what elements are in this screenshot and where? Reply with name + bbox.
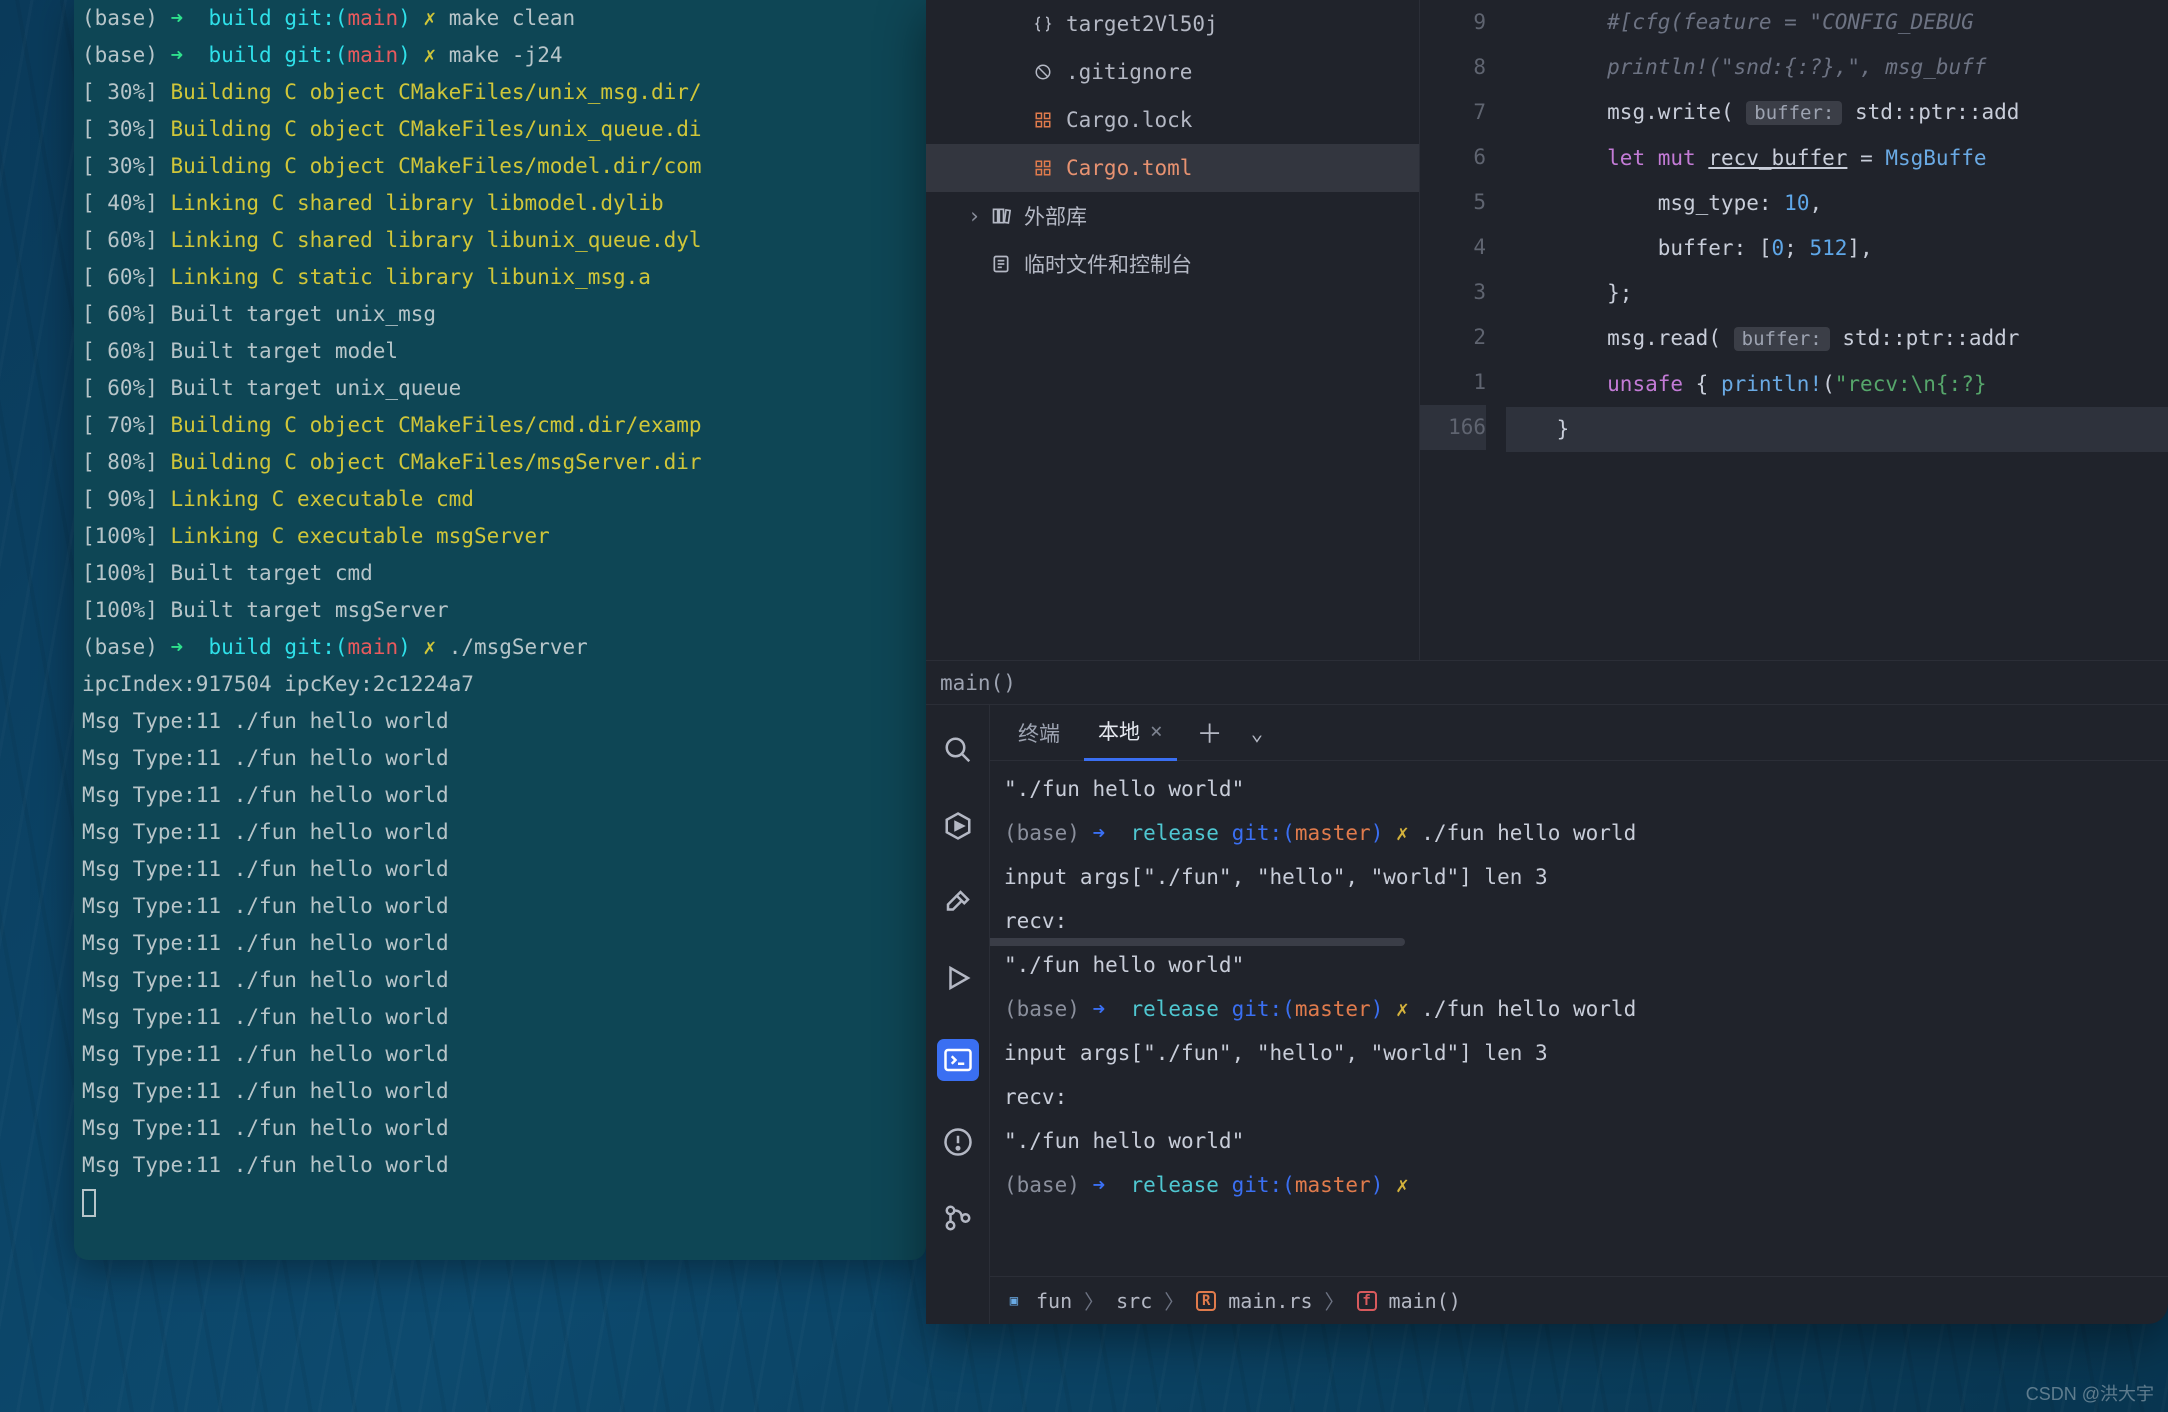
project-tree[interactable]: target2Vl50j .gitignore Cargo.lock Cargo.to… xyxy=(926,0,1420,660)
books-icon xyxy=(990,205,1012,227)
tree-item[interactable]: target2Vl50j xyxy=(926,0,1419,48)
ide-terminal-panel: 终端 本地 × ＋ ⌄ "./fun hello world"(base) ➜ r… xyxy=(926,704,2168,1324)
tree-label: Cargo.toml xyxy=(1066,156,1192,180)
code-area[interactable]: #[cfg(feature = "CONFIG_DEBUG println!("… xyxy=(1506,0,2168,660)
chevron-down-icon[interactable]: ⌄ xyxy=(1243,721,1272,745)
tree-lib[interactable]: 临时文件和控制台 xyxy=(926,240,1419,288)
grid-icon xyxy=(1032,109,1054,131)
tree-label: 外部库 xyxy=(1024,201,1087,231)
hammer-icon[interactable] xyxy=(943,887,973,917)
play-icon[interactable] xyxy=(943,963,973,993)
crumb-fn[interactable]: main() xyxy=(1389,1289,1461,1313)
add-tab-button[interactable]: ＋ xyxy=(1187,714,1233,751)
braces-icon xyxy=(1032,13,1054,35)
module-icon: ▣ xyxy=(1004,1291,1024,1311)
git-icon[interactable] xyxy=(943,1203,973,1233)
tree-item[interactable]: .gitignore xyxy=(926,48,1419,96)
tab-label: 本地 xyxy=(1098,716,1140,746)
tree-label: .gitignore xyxy=(1066,60,1192,84)
ide-window: target2Vl50j .gitignore Cargo.lock Cargo.to… xyxy=(926,0,2168,1324)
chevron-right-icon: › xyxy=(960,204,978,228)
rust-icon: R xyxy=(1196,1291,1216,1311)
tab-terminal[interactable]: 终端 xyxy=(1004,705,1074,761)
editor-status: main() xyxy=(926,660,2168,704)
crumb-file[interactable]: main.rs xyxy=(1228,1289,1312,1313)
tree-label: target2Vl50j xyxy=(1066,12,1218,36)
sep: 〉 xyxy=(1084,1286,1104,1315)
terminal-output[interactable]: "./fun hello world"(base) ➜ release git:… xyxy=(990,761,2168,1276)
tab-local[interactable]: 本地 × xyxy=(1084,705,1177,761)
scratch-icon xyxy=(990,253,1012,275)
sep: 〉 xyxy=(1164,1286,1184,1315)
watermark: CSDN @洪大宇 xyxy=(2026,1380,2154,1406)
tree-lib[interactable]: › 外部库 xyxy=(926,192,1419,240)
close-icon[interactable]: × xyxy=(1150,719,1163,743)
external-terminal[interactable]: (base) ➜ build git:(main) ✗ make clean(b… xyxy=(74,0,926,1260)
run-hex-icon[interactable] xyxy=(943,811,973,841)
gutter: 987654321166 xyxy=(1420,0,1506,660)
cursor xyxy=(82,1189,96,1217)
crumb-module[interactable]: fun xyxy=(1036,1289,1072,1313)
terminal-tabs: 终端 本地 × ＋ ⌄ xyxy=(990,705,2168,761)
tree-label: 临时文件和控制台 xyxy=(1024,249,1192,279)
tree-item[interactable]: Cargo.toml xyxy=(926,144,1419,192)
status-fn: main() xyxy=(940,671,1016,695)
terminal-icon[interactable] xyxy=(937,1039,979,1081)
tree-item[interactable]: Cargo.lock xyxy=(926,96,1419,144)
breadcrumb[interactable]: ▣ fun 〉 src 〉 R main.rs 〉 f main() xyxy=(990,1276,2168,1324)
warning-icon[interactable] xyxy=(943,1127,973,1157)
sep: 〉 xyxy=(1325,1286,1345,1315)
search-icon[interactable] xyxy=(943,735,973,765)
crumb-folder[interactable]: src xyxy=(1116,1289,1152,1313)
grid-icon xyxy=(1032,157,1054,179)
tool-strip xyxy=(926,705,990,1324)
tree-label: Cargo.lock xyxy=(1066,108,1192,132)
tab-label: 终端 xyxy=(1018,718,1060,748)
forbid-icon xyxy=(1032,61,1054,83)
fn-icon: f xyxy=(1357,1291,1377,1311)
code-editor[interactable]: 987654321166 #[cfg(feature = "CONFIG_DEB… xyxy=(1420,0,2168,660)
